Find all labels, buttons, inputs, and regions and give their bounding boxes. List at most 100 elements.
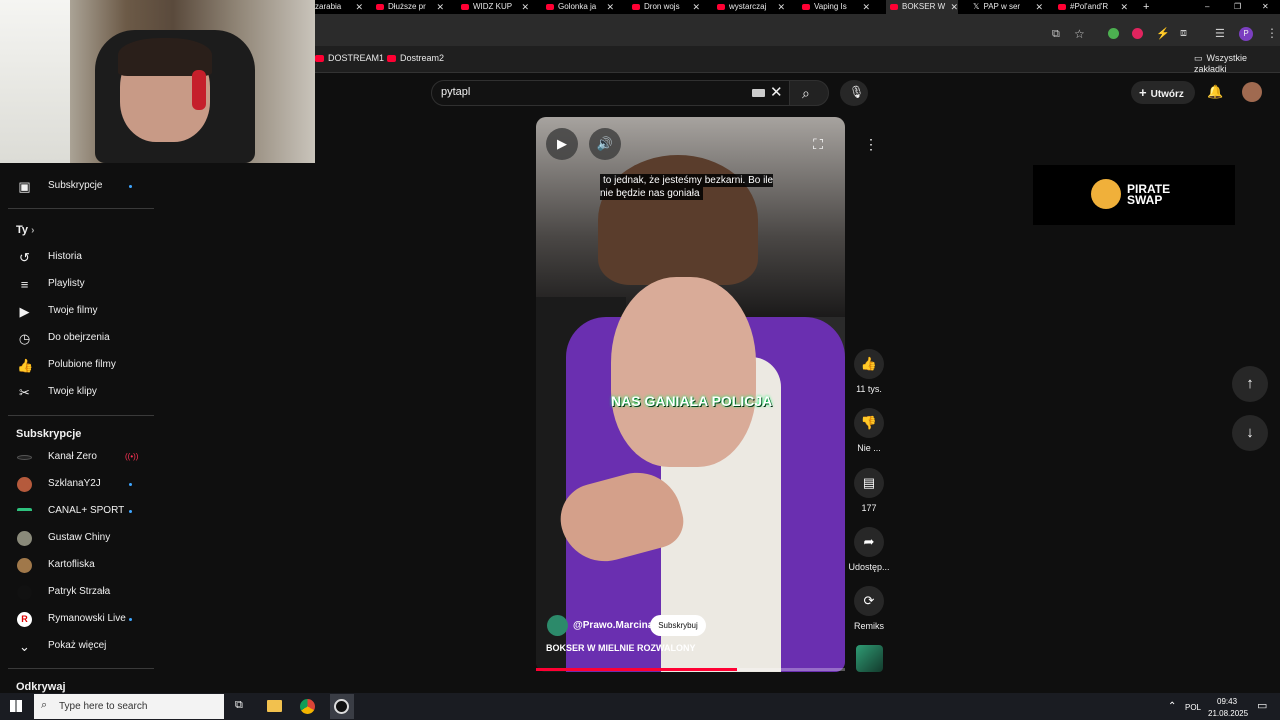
tab-label: BOKSER W xyxy=(902,2,946,11)
tab-3[interactable]: Golonka ja ✕ xyxy=(546,0,614,14)
bookmark-dostream2[interactable]: Dostream2 xyxy=(387,53,444,63)
subscribe-button[interactable]: Subskrybuj xyxy=(650,615,706,636)
chevron-up-icon[interactable]: ⌃ xyxy=(1168,701,1176,712)
media-icon[interactable]: ☰ xyxy=(1215,27,1225,40)
task-view-icon[interactable]: ⧉ xyxy=(235,699,243,712)
close-icon[interactable]: ✕ xyxy=(777,0,785,14)
sidebar-item-channel[interactable]: Patryk Strzała xyxy=(0,579,155,606)
close-icon[interactable]: ✕ xyxy=(692,0,700,14)
tab-8[interactable]: 𝕏 PAP w ser ✕ xyxy=(973,0,1043,14)
bookmark-dostream1[interactable]: DOSTREAM1 xyxy=(315,53,384,63)
share-icon: ➦ xyxy=(863,534,875,549)
more-options-icon[interactable]: ⋮ xyxy=(864,136,878,153)
share-button[interactable]: ➦ xyxy=(854,527,884,557)
close-icon[interactable]: ✕ xyxy=(436,0,444,14)
more-menu-icon[interactable]: ⋮ xyxy=(1266,26,1278,40)
tab-6[interactable]: Vaping Is ✕ xyxy=(802,0,870,14)
language-indicator[interactable]: POL xyxy=(1185,703,1201,712)
play-button[interactable]: ▶ xyxy=(546,128,578,160)
bell-icon[interactable]: 🔔 xyxy=(1207,84,1223,100)
close-icon[interactable]: ✕ xyxy=(1035,0,1043,14)
sidebar-item-channel[interactable]: SzklanaY2J xyxy=(0,471,155,498)
file-explorer-icon[interactable] xyxy=(267,700,282,712)
close-icon[interactable]: ✕ xyxy=(862,0,870,14)
sidebar-item-channel[interactable]: Kanał Zero ((•)) xyxy=(0,444,155,471)
tab-0[interactable]: zarabia ✕ xyxy=(315,0,363,14)
channel-name[interactable]: @Prawo.Marcina xyxy=(573,620,653,631)
close-icon[interactable]: ✕ xyxy=(1120,0,1128,14)
sidebar-item-channel[interactable]: Kartofliska xyxy=(0,552,155,579)
close-icon[interactable]: ✕ xyxy=(355,0,363,14)
sidebar-item-subscriptions[interactable]: ▣ Subskrypcje xyxy=(0,173,155,200)
create-label: Utwórz xyxy=(1150,89,1184,100)
sound-thumbnail[interactable] xyxy=(856,645,883,672)
like-button[interactable]: 👍 xyxy=(854,349,884,379)
next-short-button[interactable]: ↓ xyxy=(1232,415,1268,451)
tab-2[interactable]: WIDZ KUP ✕ xyxy=(461,0,529,14)
tab-7-active[interactable]: BOKSER W ✕ xyxy=(886,0,958,14)
dislike-button[interactable]: 👎 xyxy=(854,408,884,438)
sidebar-item-label: Historia xyxy=(48,251,82,262)
history-icon: ↺ xyxy=(19,250,30,265)
account-avatar[interactable] xyxy=(1242,82,1262,102)
address-bar[interactable] xyxy=(316,21,1036,47)
you-section-header[interactable]: Ty › xyxy=(16,224,34,236)
tab-5[interactable]: wystarczaj ✕ xyxy=(717,0,785,14)
window-close-button[interactable]: ✕ xyxy=(1262,0,1272,14)
video-progress-bar[interactable] xyxy=(536,668,845,671)
close-icon[interactable]: ✕ xyxy=(521,0,529,14)
divider xyxy=(8,415,154,416)
chrome-icon[interactable] xyxy=(300,699,315,714)
new-tab-button[interactable]: + xyxy=(1143,0,1155,14)
extension-icon[interactable] xyxy=(1108,28,1119,39)
show-more-button[interactable]: ⌄ Pokaż więcej xyxy=(0,633,155,660)
tab-1[interactable]: Dłuższe pr ✕ xyxy=(376,0,444,14)
minimize-button[interactable]: – xyxy=(1205,0,1215,14)
close-icon[interactable]: ✕ xyxy=(950,0,958,14)
clear-search-icon[interactable]: ✕ xyxy=(770,83,783,101)
extension-icon[interactable] xyxy=(1132,28,1143,39)
video-title[interactable]: BOKSER W MIELNIE ROZWALONY xyxy=(546,643,696,653)
cast-icon[interactable]: ⧉ xyxy=(1052,28,1060,41)
create-button[interactable]: + Utwórz xyxy=(1131,81,1195,104)
comments-button[interactable]: ▤ xyxy=(854,468,884,498)
sidebar-item-history[interactable]: ↺ Historia xyxy=(0,244,155,271)
search-button[interactable]: ⌕ xyxy=(789,80,829,106)
remix-icon: ⟳ xyxy=(863,593,875,608)
tab-4[interactable]: Dron wojs ✕ xyxy=(632,0,700,14)
sidebar-item-your-videos[interactable]: ▶ Twoje filmy xyxy=(0,298,155,325)
new-content-dot xyxy=(129,510,132,513)
sidebar-item-playlists[interactable]: ≡ Playlisty xyxy=(0,271,155,298)
channel-avatar[interactable] xyxy=(547,615,568,636)
clock-time[interactable]: 09:43 xyxy=(1217,697,1237,706)
sidebar-item-watch-later[interactable]: ◷ Do obejrzenia xyxy=(0,325,155,352)
sidebar-item-channel[interactable]: Gustaw Chiny xyxy=(0,525,155,552)
fullscreen-button[interactable]: ⛶ xyxy=(802,128,834,160)
tab-9[interactable]: #Pol'and'R ✕ xyxy=(1058,0,1128,14)
maximize-button[interactable]: ❐ xyxy=(1234,0,1244,14)
search-input[interactable] xyxy=(431,80,790,106)
extension-icon[interactable]: ⚡ xyxy=(1156,27,1170,40)
keyboard-icon[interactable] xyxy=(752,89,765,97)
all-bookmarks[interactable]: ▭ Wszystkie zakładki xyxy=(1194,53,1280,74)
clock-icon: ◷ xyxy=(18,331,31,346)
close-icon[interactable]: ✕ xyxy=(606,0,614,14)
previous-short-button[interactable]: ↑ xyxy=(1232,366,1268,402)
remix-button[interactable]: ⟳ xyxy=(854,586,884,616)
ad-banner[interactable]: PIRATE SWAP xyxy=(1033,165,1235,225)
sidebar-item-label: Gustaw Chiny xyxy=(48,532,111,543)
profile-icon[interactable]: P xyxy=(1239,27,1253,41)
clock-date[interactable]: 21.08.2025 xyxy=(1208,709,1248,718)
windows-start-icon[interactable] xyxy=(10,700,22,712)
show-more-label: Pokaż więcej xyxy=(48,640,107,651)
voice-search-button[interactable]: 🎙 xyxy=(840,80,868,106)
sidebar-item-channel[interactable]: CANAL+ SPORT xyxy=(0,498,155,525)
sidebar-item-clips[interactable]: ✂ Twoje klipy xyxy=(0,379,155,406)
sidebar-item-label: CANAL+ SPORT xyxy=(48,505,125,516)
sidebar-item-channel[interactable]: R Rymanowski Live xyxy=(0,606,155,633)
star-icon[interactable]: ☆ xyxy=(1074,27,1085,41)
volume-button[interactable]: 🔊 xyxy=(589,128,621,160)
notification-icon[interactable]: ▭ xyxy=(1257,699,1267,712)
puzzle-icon[interactable]: ⧈ xyxy=(1180,27,1187,40)
sidebar-item-liked[interactable]: 👍 Polubione filmy xyxy=(0,352,155,379)
